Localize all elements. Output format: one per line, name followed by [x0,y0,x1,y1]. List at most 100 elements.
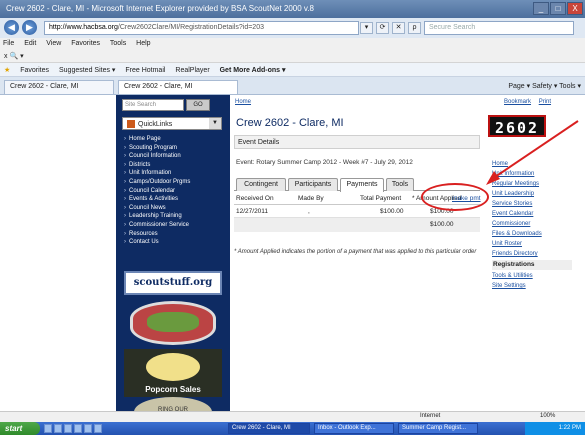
fav-free-hotmail[interactable]: Free Hotmail [125,67,165,74]
window-controls: _ □ X [533,2,583,15]
sidebar-item-unit-info[interactable]: Unit Information [124,169,228,178]
quicklaunch-icon-1[interactable] [44,424,52,433]
sidebar-item-contact[interactable]: Contact Us [124,238,228,247]
main-content: Home Crew 2602 - Clare, MI Event Details… [230,95,481,411]
sidebar-item-commissioner[interactable]: Commissioner Service [124,221,228,230]
sidebar-item-camps[interactable]: Camps/Outdoor Prgms [124,178,228,187]
menu-file[interactable]: File [3,40,14,47]
browser-search-input[interactable]: Secure Search [424,21,574,35]
favorites-button[interactable]: Favorites [20,67,49,74]
system-tray-clock: 1:22 PM [525,422,585,435]
tab-tools[interactable]: Page ▾ Safety ▾ Tools ▾ [508,82,581,90]
registrations-header[interactable]: Registrations [492,260,572,270]
tab-participants[interactable]: Participants [288,178,338,191]
total-amount-applied: $100.00 [430,221,454,228]
quicklinks-icon [127,120,135,128]
sidebar-item-scouting-program[interactable]: Scouting Program [124,144,228,153]
url-host: http://www.hacbsa.org [49,24,118,31]
window-title: Crew 2602 - Clare, MI - Microsoft Intern… [6,4,314,13]
security-zone: Internet [420,413,441,419]
browser-tab-2[interactable]: Crew 2602 - Clare, MI [118,80,238,94]
unit-link-roster[interactable]: Unit Roster [492,239,572,249]
council-badge-image[interactable] [130,301,216,345]
menu-help[interactable]: Help [136,40,150,47]
url-input[interactable]: http://www.hacbsa.org/Crew2602Clare/MI/R… [44,21,359,35]
popcorn-sales-banner[interactable]: Popcorn Sales [124,349,222,397]
quicklaunch-icon-5[interactable] [84,424,92,433]
sidebar-item-resources[interactable]: Resources [124,230,228,239]
unit-link-friends[interactable]: Friends Directory [492,249,572,259]
bookmark-link[interactable]: Bookmark [504,99,531,105]
close-button[interactable]: X [567,2,583,15]
print-link[interactable]: Print [539,99,551,105]
quicklaunch-icon-2[interactable] [54,424,62,433]
menu-view[interactable]: View [46,40,61,47]
col-total-payment: Total Payment [360,195,402,202]
minimize-button[interactable]: _ [533,2,549,15]
sidebar-item-leadership-training[interactable]: Leadership Training [124,212,228,221]
taskbar-item-crew[interactable]: Crew 2602 - Clare, MI [228,423,310,434]
cell-received-on: 12/27/2011 [236,208,269,215]
search-provider-icon[interactable]: ρ [408,22,421,34]
browser-tab-1[interactable]: Crew 2602 - Clare, MI [4,80,114,94]
compat-icon[interactable]: ▾ [360,22,373,34]
fav-get-addons[interactable]: Get More Add-ons ▾ [220,67,286,74]
quicklinks-dropdown[interactable]: QuickLinks ▼ [122,117,222,130]
page-content: Site Search GO QuickLinks ▼ Home Page Sc… [0,95,585,427]
col-made-by: Made By [298,195,324,202]
site-search-input[interactable]: Site Search [122,99,184,111]
unit-link-site-settings[interactable]: Site Settings [492,281,572,291]
tab-tools[interactable]: Tools [386,178,414,191]
sidebar-item-events[interactable]: Events & Activities [124,195,228,204]
sidebar-item-districts[interactable]: Districts [124,161,228,170]
amount-applied-note: * Amount Applied indicates the portion o… [234,249,477,255]
annotation-arrow [486,120,579,185]
menu-edit[interactable]: Edit [24,40,36,47]
table-total-row: $100.00 [234,218,480,232]
back-button[interactable]: ◀ [4,20,19,35]
quicklinks-label: QuickLinks [138,120,173,128]
menu-bar: File Edit View Favorites Tools Help [0,38,585,50]
popcorn-image [146,353,200,381]
unit-link-leadership[interactable]: Unit Leadership [492,189,572,199]
start-button[interactable]: start [0,422,40,435]
menu-tools[interactable]: Tools [110,40,126,47]
fav-suggested-sites[interactable]: Suggested Sites ▾ [59,67,115,74]
unit-link-service-stories[interactable]: Service Stories [492,199,572,209]
unit-link-event-calendar[interactable]: Event Calendar [492,209,572,219]
tab-payments[interactable]: Payments [340,178,384,192]
quick-launch [44,424,102,433]
quicklaunch-icon-6[interactable] [94,424,102,433]
sidebar-item-home[interactable]: Home Page [124,135,228,144]
fav-realplayer[interactable]: RealPlayer [175,67,209,74]
refresh-icon[interactable]: ⟳ [376,22,389,34]
zoom-level[interactable]: 100% [540,413,555,419]
stop-icon[interactable]: ✕ [392,22,405,34]
unit-link-commissioner[interactable]: Commissioner [492,219,572,229]
bookmark-print-links: Bookmark Print [504,99,551,105]
taskbar-item-inbox[interactable]: Inbox - Outlook Exp... [314,423,394,434]
tab-contingent[interactable]: Contingent [236,178,286,191]
cell-total-payment: $100.00 [380,208,404,215]
sidebar-item-council-info[interactable]: Council Information [124,152,228,161]
quicklaunch-icon-3[interactable] [64,424,72,433]
sidebar-item-council-news[interactable]: Council News [124,204,228,213]
forward-button[interactable]: ▶ [22,20,37,35]
taskbar-item-summer-camp[interactable]: Summer Camp Regist... [398,423,478,434]
maximize-button[interactable]: □ [550,2,566,15]
windows-taskbar: start Crew 2602 - Clare, MI Inbox - Outl… [0,422,585,435]
browser-tab-bar: Crew 2602 - Clare, MI Crew 2602 - Clare,… [0,77,585,95]
star-icon: ★ [4,67,11,74]
site-search-go-button[interactable]: GO [186,99,210,111]
window-titlebar: Crew 2602 - Clare, MI - Microsoft Intern… [0,0,585,18]
unit-link-files[interactable]: Files & Downloads [492,229,572,239]
sidebar-item-council-calendar[interactable]: Council Calendar [124,187,228,196]
command-row[interactable]: x 🔍 ▾ [0,50,585,63]
breadcrumb-home-link[interactable]: Home [235,99,251,105]
unit-link-tools[interactable]: Tools & Utilities [492,271,572,281]
address-icons: ▾ ⟳ ✕ ρ [360,22,421,34]
menu-favorites[interactable]: Favorites [71,40,100,47]
scoutstuff-banner[interactable]: scoutstuff.org [124,271,222,295]
quicklaunch-icon-4[interactable] [74,424,82,433]
chevron-down-icon[interactable]: ▼ [209,118,221,129]
